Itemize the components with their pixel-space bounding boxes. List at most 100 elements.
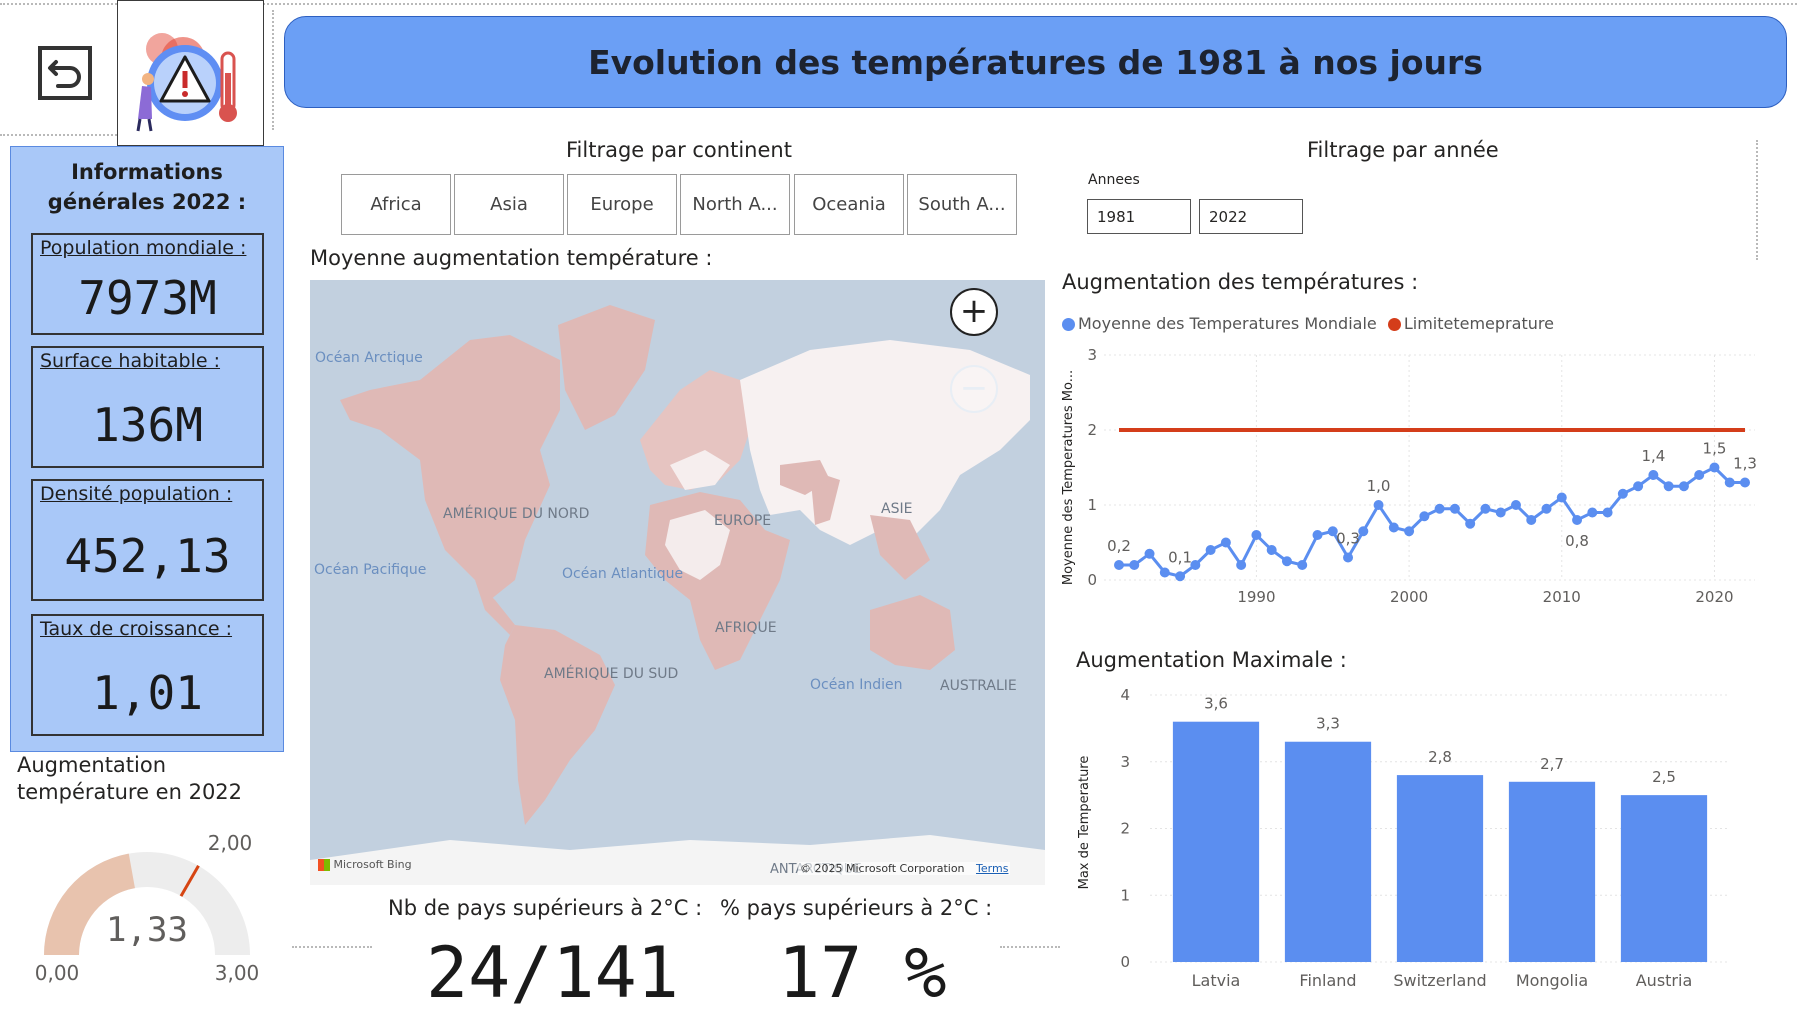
line-chart-point bbox=[1297, 560, 1308, 570]
map-label-south-america: AMÉRIQUE DU SUD bbox=[544, 666, 679, 682]
continent-option-asia[interactable]: Asia bbox=[454, 174, 564, 235]
map-label-australia: AUSTRALIE bbox=[940, 678, 1017, 694]
line-chart-point bbox=[1388, 522, 1399, 533]
line-chart-point bbox=[1480, 503, 1491, 514]
line-chart-data-label: 0,8 bbox=[1565, 532, 1589, 550]
continent-option-north-america[interactable]: North A... bbox=[680, 174, 790, 235]
bottom-dotted-line-2 bbox=[1000, 946, 1060, 948]
bing-logo-icon bbox=[318, 859, 330, 871]
bar-chart-y-tick: 0 bbox=[1120, 953, 1130, 971]
legend-dot-mean bbox=[1062, 318, 1075, 331]
bar-chart-bar bbox=[1508, 781, 1596, 962]
gauge-max-label: 3,00 bbox=[215, 961, 260, 985]
gauge-value: 1,33 bbox=[106, 910, 188, 950]
line-chart-point bbox=[1144, 548, 1155, 559]
line-chart-point bbox=[1495, 507, 1506, 518]
bar-chart-bar bbox=[1620, 795, 1708, 962]
line-chart-point bbox=[1465, 518, 1476, 529]
bing-attribution-text: Microsoft Bing bbox=[333, 858, 412, 871]
line-chart-data-label: 0,2 bbox=[1107, 537, 1131, 555]
line-chart-point bbox=[1220, 537, 1231, 548]
map-zoom-out-button[interactable]: − bbox=[950, 365, 998, 413]
map-label-europe: EUROPE bbox=[714, 513, 772, 529]
line-chart-legend: Moyenne des Temperatures Mondiale Limite… bbox=[1062, 314, 1554, 333]
bar-chart-y-tick: 4 bbox=[1120, 686, 1130, 704]
line-chart-y-tick: 1 bbox=[1087, 496, 1097, 514]
header-dotted-divider bbox=[272, 10, 274, 130]
line-chart-mean-line bbox=[1119, 465, 1745, 578]
top-dotted-line bbox=[0, 3, 1797, 5]
line-chart-point bbox=[1114, 560, 1124, 570]
line-chart-y-axis-label: Moyenne des Temperatures Mo... bbox=[1061, 370, 1076, 585]
bar-chart-y-tick: 2 bbox=[1120, 820, 1130, 838]
gauge-target-label: 2,00 bbox=[208, 831, 253, 855]
map-land-south-america bbox=[500, 625, 615, 825]
line-chart-x-tick: 2020 bbox=[1695, 588, 1733, 606]
page-title: Evolution des températures de 1981 à nos… bbox=[588, 42, 1483, 82]
map-label-north-america: AMÉRIQUE DU NORD bbox=[443, 506, 590, 522]
kpi-card-density: Densité population : 452,13 bbox=[31, 479, 264, 601]
year-start-input[interactable]: 1981 bbox=[1087, 199, 1191, 234]
info-panel-title: Informations générales 2022 : bbox=[11, 157, 283, 217]
line-chart-x-tick: 2010 bbox=[1543, 588, 1581, 606]
legend-label-limit: Limitetemeprature bbox=[1403, 314, 1554, 333]
line-chart-point bbox=[1526, 515, 1537, 525]
bottom-dotted-line bbox=[292, 946, 372, 948]
back-arrow-icon bbox=[38, 46, 92, 100]
map-label-atlantic: Océan Atlantique bbox=[562, 566, 684, 582]
map-terms-link[interactable]: Terms bbox=[976, 862, 1008, 875]
line-chart-point bbox=[1236, 560, 1247, 570]
continent-filter-title: Filtrage par continent bbox=[566, 138, 792, 162]
line-chart-point bbox=[1129, 560, 1140, 570]
world-map[interactable]: Océan Arctique AMÉRIQUE DU NORD EUROPE A… bbox=[310, 280, 1045, 885]
map-label-asia: ASIE bbox=[881, 501, 913, 517]
bar-chart-category-label: Mongolia bbox=[1516, 971, 1588, 990]
line-chart-point bbox=[1175, 571, 1186, 582]
count-kpi-label: Nb de pays supérieurs à 2°C : bbox=[388, 896, 703, 920]
bar-chart-value-label: 3,6 bbox=[1204, 695, 1228, 713]
right-dotted-divider bbox=[1756, 140, 1758, 260]
line-chart-point bbox=[1740, 477, 1750, 488]
bar-chart-y-tick: 1 bbox=[1120, 886, 1130, 904]
gauge-title: Augmentation température en 2022 bbox=[17, 752, 242, 806]
legend-dot-limit bbox=[1387, 318, 1401, 331]
line-chart-point bbox=[1663, 481, 1674, 492]
continent-option-south-america[interactable]: South A... bbox=[907, 174, 1017, 235]
line-chart-point bbox=[1312, 530, 1323, 540]
line-chart-point bbox=[1434, 503, 1445, 514]
year-filter-title: Filtrage par année bbox=[1307, 138, 1499, 162]
map-bing-attribution: Microsoft Bing bbox=[318, 858, 412, 871]
legend-label-mean: Moyenne des Temperatures Mondiale bbox=[1078, 314, 1377, 333]
line-chart-data-label: 1,3 bbox=[1733, 455, 1757, 473]
map-label-indian: Océan Indien bbox=[810, 677, 903, 693]
kpi-label: Taux de croissance : bbox=[40, 618, 233, 640]
count-kpi-value: 24/141 bbox=[426, 932, 679, 1014]
continent-option-africa[interactable]: Africa bbox=[341, 174, 451, 235]
line-chart-data-label: 1,0 bbox=[1367, 477, 1391, 495]
bar-chart-category-label: Finland bbox=[1299, 971, 1356, 990]
line-chart-point bbox=[1159, 567, 1170, 578]
max-increase-bar-chart: 0 1 2 3 4 Max de Temperature 3,6 Latvia 3,3 Finla… bbox=[1077, 686, 1730, 990]
info-title-line1: Informations bbox=[71, 160, 223, 184]
pct-kpi-label: % pays supérieurs à 2°C : bbox=[720, 896, 993, 920]
continent-option-europe[interactable]: Europe bbox=[567, 174, 677, 235]
bar-chart-value-label: 2,7 bbox=[1540, 755, 1564, 773]
map-label-arctic: Océan Arctique bbox=[315, 350, 423, 366]
line-chart-data-label: 1,5 bbox=[1703, 440, 1727, 458]
back-button[interactable] bbox=[36, 44, 96, 102]
line-chart-y-tick: 0 bbox=[1087, 571, 1097, 589]
year-end-input[interactable]: 2022 bbox=[1199, 199, 1303, 234]
line-chart-point bbox=[1404, 526, 1415, 537]
bar-chart-category-label: Switzerland bbox=[1393, 971, 1486, 990]
line-chart-point bbox=[1510, 500, 1521, 510]
kpi-label: Population mondiale : bbox=[40, 237, 247, 259]
map-zoom-in-button[interactable]: + bbox=[950, 288, 998, 336]
minus-icon: − bbox=[959, 367, 989, 408]
line-chart-point bbox=[1205, 545, 1216, 555]
line-chart-point bbox=[1633, 481, 1644, 492]
logo bbox=[117, 0, 264, 146]
info-panel: Informations générales 2022 : Population… bbox=[10, 146, 284, 752]
continent-option-oceania[interactable]: Oceania bbox=[794, 174, 904, 235]
plus-icon: + bbox=[959, 290, 989, 331]
line-chart-point bbox=[1373, 500, 1384, 510]
